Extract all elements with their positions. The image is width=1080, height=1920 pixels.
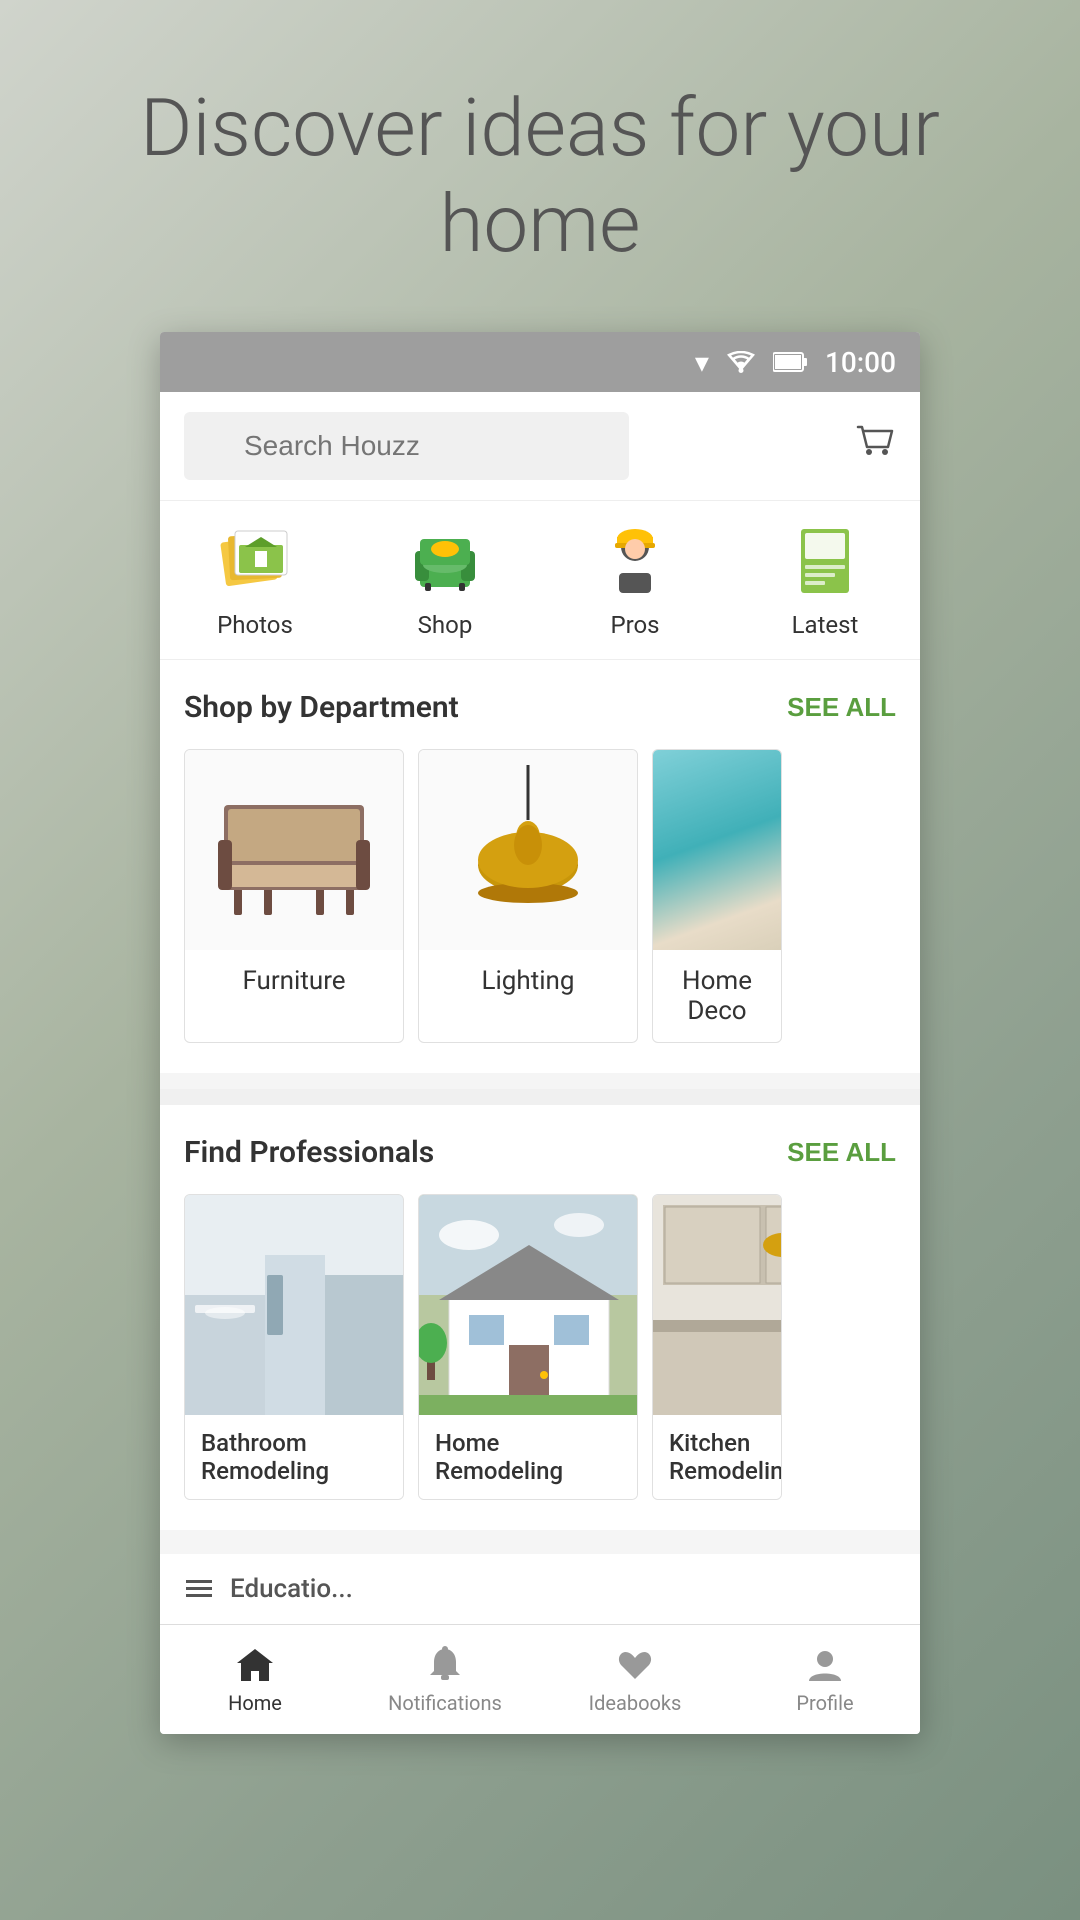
hero-title: Discover ideas for your home	[60, 80, 1020, 272]
remodel-img	[419, 1195, 637, 1415]
pros-section-title: Find Professionals	[184, 1135, 434, 1170]
wifi-icon-svg	[725, 351, 757, 373]
kitchen-label: KitchenRemodelin	[653, 1415, 781, 1499]
bell-icon	[425, 1645, 465, 1685]
section-divider-1	[160, 1089, 920, 1105]
nav-ideabooks-label: Ideabooks	[589, 1691, 682, 1715]
pros-section: Find Professionals SEE ALL	[160, 1105, 920, 1530]
latest-label: Latest	[792, 611, 859, 639]
person-icon	[805, 1645, 845, 1685]
shop-card-homedeco[interactable]: Home Deco	[652, 749, 782, 1043]
pro-card-kitchen[interactable]: KitchenRemodelin	[652, 1194, 782, 1500]
pro-card-home-remodel[interactable]: Home Remodeling	[418, 1194, 638, 1500]
shop-section: Shop by Department SEE ALL	[160, 660, 920, 1073]
lighting-label: Lighting	[419, 950, 637, 1012]
education-hint: Educatio...	[160, 1554, 920, 1624]
pro-cards-container: BathroomRemodeling	[184, 1194, 896, 1500]
nav-home-label: Home	[228, 1691, 282, 1715]
homedeco-label: Home Deco	[653, 950, 781, 1042]
bottom-padding	[160, 1546, 920, 1554]
shop-card-furniture[interactable]: Furniture	[184, 749, 404, 1043]
hero-area: Discover ideas for your home	[0, 0, 1080, 332]
shop-see-all-button[interactable]: SEE ALL	[787, 692, 896, 723]
battery-icon	[773, 351, 809, 373]
nav-shop[interactable]: Shop	[350, 501, 540, 659]
search-wrapper: 🔍	[184, 412, 836, 480]
furniture-img	[185, 750, 403, 950]
status-bar: ▾ 10:00	[160, 332, 920, 392]
app-card: ▾ 10:00 🔍	[160, 332, 920, 1734]
bottom-nav: Home Notifications Ideabooks Profile	[160, 1624, 920, 1734]
status-time: 10:00	[825, 346, 896, 379]
shop-label: Shop	[418, 611, 473, 639]
photos-label: Photos	[217, 611, 293, 639]
nav-profile-label: Profile	[796, 1691, 853, 1715]
cart-button[interactable]	[852, 419, 896, 473]
furniture-label: Furniture	[185, 950, 403, 1012]
nav-item-profile[interactable]: Profile	[730, 1625, 920, 1734]
nav-photos[interactable]: Photos	[160, 501, 350, 659]
search-input[interactable]	[184, 412, 629, 480]
search-area: 🔍	[160, 392, 920, 500]
home-remodel-label: Home Remodeling	[419, 1415, 637, 1499]
home-icon	[235, 1645, 275, 1685]
shop-card-lighting[interactable]: Lighting	[418, 749, 638, 1043]
shop-cards-container: Furniture	[184, 749, 896, 1043]
shop-section-header: Shop by Department SEE ALL	[184, 690, 896, 725]
pros-icon	[595, 521, 675, 601]
nav-item-home[interactable]: Home	[160, 1625, 350, 1734]
bathroom-img	[185, 1195, 403, 1415]
lighting-img	[419, 750, 637, 950]
latest-icon	[785, 521, 865, 601]
menu-icon	[184, 1574, 214, 1604]
nav-notifications-label: Notifications	[388, 1691, 502, 1715]
pros-section-header: Find Professionals SEE ALL	[184, 1135, 896, 1170]
education-label: Educatio...	[230, 1574, 353, 1604]
homedeco-img	[653, 750, 781, 950]
wifi-icon: ▾	[695, 346, 709, 379]
pro-card-bathroom[interactable]: BathroomRemodeling	[184, 1194, 404, 1500]
shop-icon	[405, 521, 485, 601]
nav-item-notifications[interactable]: Notifications	[350, 1625, 540, 1734]
pro-cards-scroll: BathroomRemodeling	[184, 1194, 896, 1500]
pros-label: Pros	[610, 611, 659, 639]
nav-item-ideabooks[interactable]: Ideabooks	[540, 1625, 730, 1734]
shop-section-title: Shop by Department	[184, 690, 459, 725]
pros-see-all-button[interactable]: SEE ALL	[787, 1137, 896, 1168]
heart-icon	[615, 1645, 655, 1685]
cart-icon	[852, 419, 896, 463]
main-content: Shop by Department SEE ALL	[160, 660, 920, 1624]
shop-cards-scroll: Furniture	[184, 749, 896, 1043]
bathroom-label: BathroomRemodeling	[185, 1415, 403, 1499]
photos-icon	[215, 521, 295, 601]
kitchen-img	[653, 1195, 781, 1415]
nav-latest[interactable]: Latest	[730, 501, 920, 659]
category-nav: Photos	[160, 500, 920, 660]
nav-pros[interactable]: Pros	[540, 501, 730, 659]
